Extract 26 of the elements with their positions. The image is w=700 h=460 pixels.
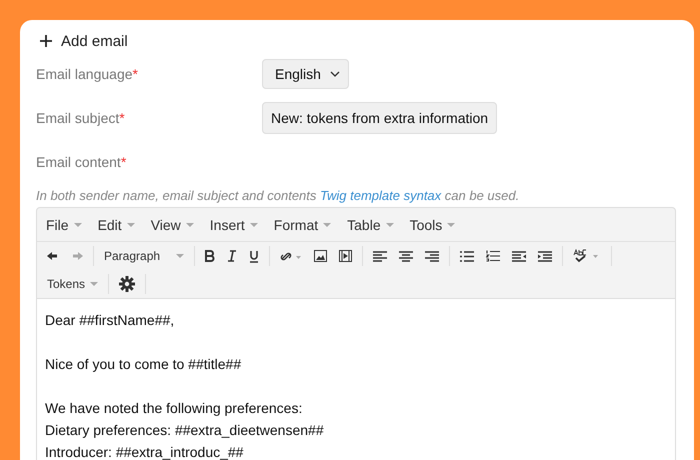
menu-item[interactable]: Insert bbox=[204, 212, 264, 236]
menu-item[interactable]: Table bbox=[341, 212, 400, 236]
editor-text-line: Introducer: ##extra_introduc_## bbox=[45, 443, 244, 460]
editor-text-line: We have noted the following preferences: bbox=[45, 399, 304, 418]
menu-item[interactable]: Tools bbox=[404, 212, 462, 236]
required-mark: * bbox=[120, 154, 126, 170]
field-label: Email content bbox=[36, 154, 121, 170]
menu-item[interactable]: File bbox=[40, 212, 88, 236]
tokens-dropdown[interactable]: Tokens bbox=[41, 273, 104, 295]
subject-input-field[interactable]: New: tokens from extra information bbox=[262, 102, 498, 134]
plus-icon bbox=[39, 34, 53, 48]
editor-text-line: Dear ##firstName##, bbox=[45, 311, 176, 330]
language-select[interactable]: English bbox=[262, 59, 349, 89]
field-label: Email language bbox=[36, 66, 133, 82]
field-label: Email subject bbox=[36, 110, 120, 126]
add-email-title: Add email bbox=[61, 32, 128, 50]
menu-item[interactable]: Format bbox=[268, 212, 338, 236]
format-select[interactable]: Paragraph bbox=[98, 245, 190, 267]
required-mark: * bbox=[132, 66, 138, 82]
chevron-down-icon bbox=[330, 71, 340, 77]
hint-text: In both sender name, email subject and contents Twig template syntax can be used. bbox=[36, 188, 520, 203]
editor-text-line: Nice of you to come to ##title## bbox=[45, 355, 242, 374]
editor-text-line: Dietary preferences: ##extra_dieetwensen## bbox=[45, 421, 325, 440]
menu-item[interactable]: Edit bbox=[92, 212, 141, 236]
required-mark: * bbox=[119, 110, 125, 126]
menu-item[interactable]: View bbox=[144, 212, 200, 236]
